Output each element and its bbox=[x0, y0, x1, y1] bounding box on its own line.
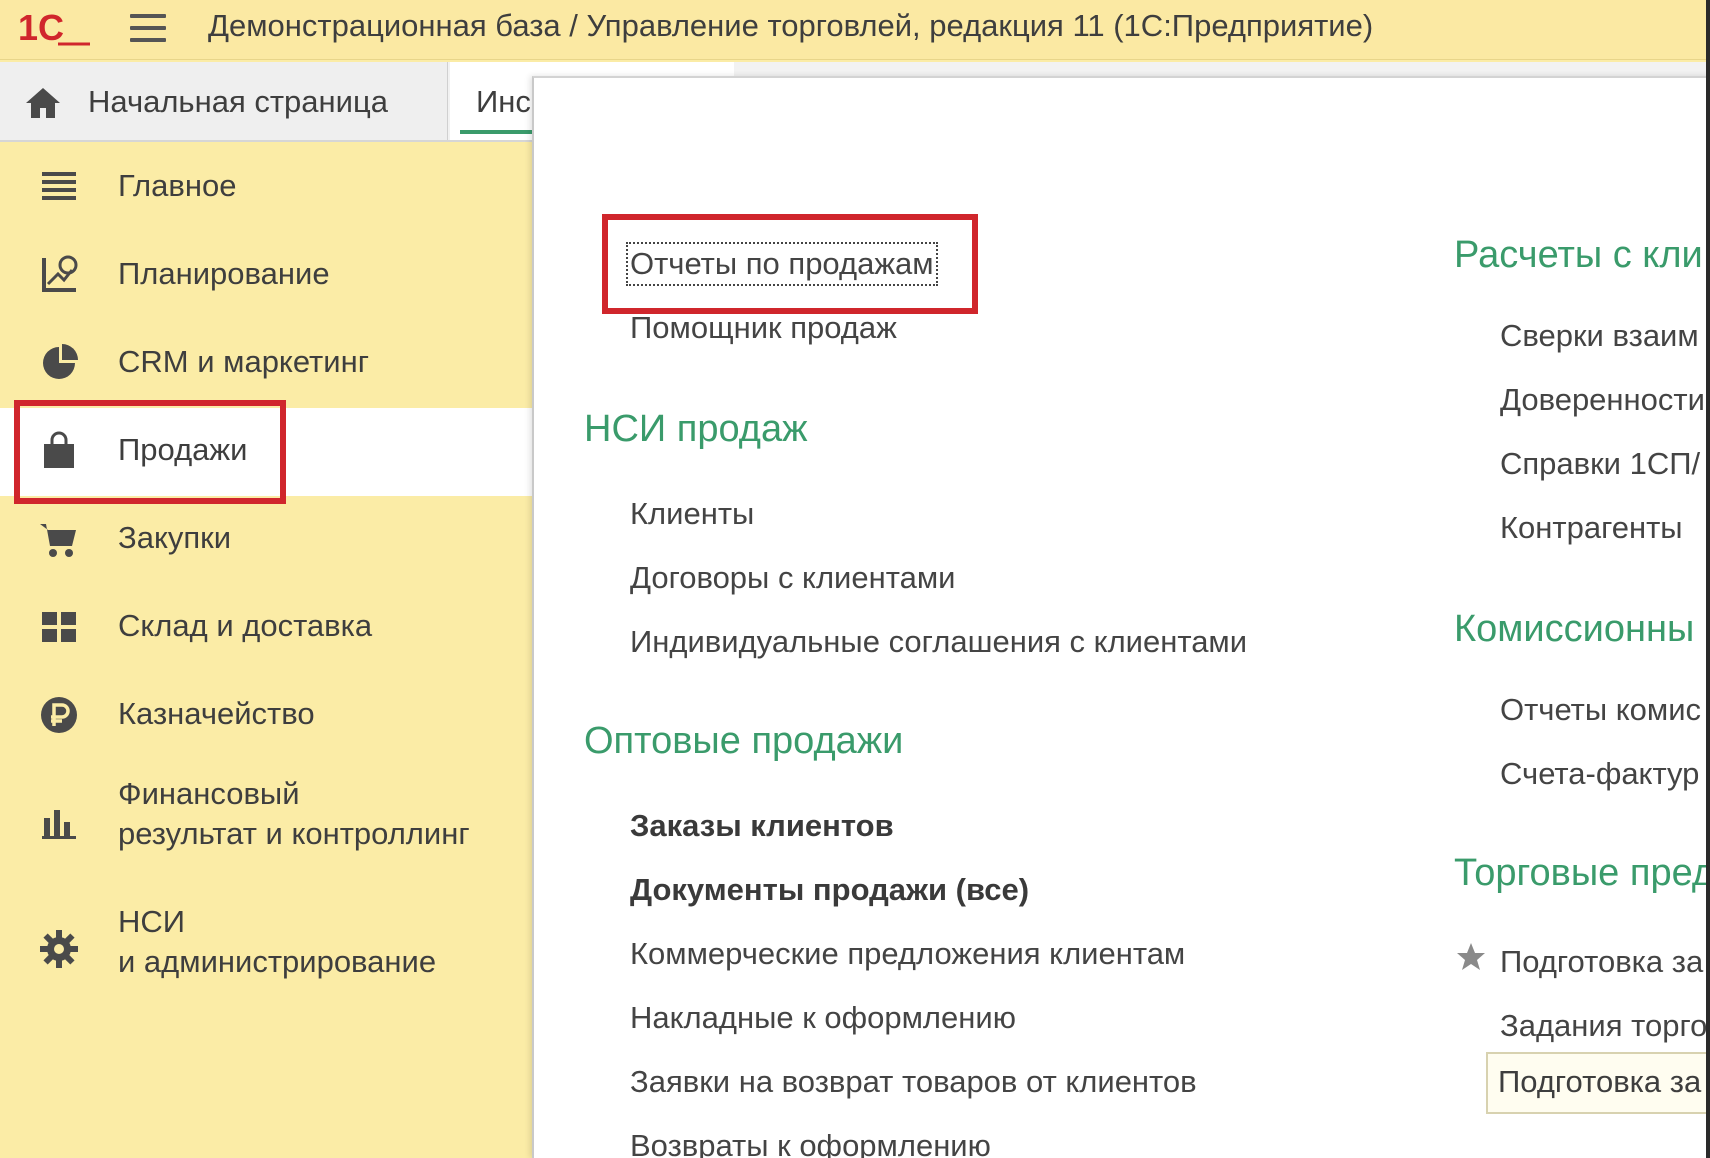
panel-column-2: Расчеты с кли Сверки взаим Доверенности … bbox=[1454, 78, 1710, 1158]
link-individual-agreements[interactable]: Индивидуальные соглашения с клиентами bbox=[630, 624, 1247, 660]
window-title: Демонстрационная база / Управление торго… bbox=[208, 8, 1374, 43]
star-icon[interactable] bbox=[1456, 942, 1486, 972]
sidebar-item-label: Казначейство bbox=[118, 696, 315, 731]
tab-current-label: Инс bbox=[476, 84, 531, 119]
cart-icon bbox=[40, 524, 76, 557]
list-icon bbox=[42, 172, 76, 200]
sidebar-item-main[interactable]: Главное bbox=[0, 144, 532, 232]
1c-logo-icon[interactable]: 1С bbox=[18, 8, 92, 48]
main-menu-icon[interactable] bbox=[128, 10, 168, 46]
tooltip-text: Подготовка за bbox=[1498, 1064, 1702, 1099]
sidebar-item-label-line2: и администрирование bbox=[118, 944, 437, 979]
section-title-commission: Комиссионны bbox=[1454, 608, 1695, 650]
sidebar-item-label-line1: Финансовый bbox=[118, 776, 300, 811]
sidebar-item-label: Планирование bbox=[118, 256, 330, 291]
sidebar-item-label: Главное bbox=[118, 168, 237, 203]
grid-icon bbox=[42, 612, 76, 642]
sidebar-item-label-line2: результат и контроллинг bbox=[118, 816, 470, 851]
title-bar: 1С Демонстрационная база / Управление то… bbox=[0, 0, 1710, 60]
app-window: 1С Демонстрационная база / Управление то… bbox=[0, 0, 1710, 1158]
tooltip: Подготовка за bbox=[1486, 1052, 1710, 1114]
sidebar-item-admin[interactable]: НСИ и администрирование bbox=[0, 888, 532, 1008]
sidebar-item-label-line1: НСИ bbox=[118, 904, 186, 939]
link-client-orders[interactable]: Заказы клиентов bbox=[630, 808, 894, 844]
planning-icon bbox=[42, 255, 78, 292]
sidebar-item-treasury[interactable]: Казначейство bbox=[0, 672, 532, 760]
sidebar-item-label: Склад и доставка bbox=[118, 608, 373, 643]
link-return-requests[interactable]: Заявки на возврат товаров от клиентов bbox=[630, 1064, 1197, 1100]
link-powers-of-attorney[interactable]: Доверенности bbox=[1500, 382, 1705, 418]
svg-text:1С: 1С bbox=[18, 8, 64, 48]
link-returns-to-process[interactable]: Возвраты к оформлению bbox=[630, 1128, 991, 1158]
link-1sp-certificates[interactable]: Справки 1СП/ bbox=[1500, 446, 1700, 482]
link-sales-reports[interactable]: Отчеты по продажам bbox=[626, 242, 938, 286]
link-clients[interactable]: Клиенты bbox=[630, 496, 754, 532]
sidebar-item-label: Закупки bbox=[118, 520, 232, 555]
link-sales-documents[interactable]: Документы продажи (все) bbox=[630, 872, 1029, 908]
link-reconciliations[interactable]: Сверки взаим bbox=[1500, 318, 1699, 354]
sidebar-item-planning[interactable]: Планирование bbox=[0, 232, 532, 320]
window-edge bbox=[1706, 0, 1710, 1158]
link-invoices-to-process[interactable]: Накладные к оформлению bbox=[630, 1000, 1016, 1036]
home-icon bbox=[26, 88, 60, 118]
gear-icon bbox=[40, 930, 78, 968]
link-order-preparation[interactable]: Подготовка за bbox=[1500, 944, 1703, 980]
sidebar-item-label: CRM и маркетинг bbox=[118, 344, 369, 379]
section-title-sales-nsi: НСИ продаж bbox=[584, 408, 808, 450]
sidebar-item-crm[interactable]: CRM и маркетинг bbox=[0, 320, 532, 408]
tab-home-label: Начальная страница bbox=[88, 84, 388, 119]
ruble-icon bbox=[41, 697, 77, 733]
sidebar: Главное Планирование CRM и маркетинг Про… bbox=[0, 144, 532, 1158]
link-client-contracts[interactable]: Договоры с клиентами bbox=[630, 560, 955, 596]
link-commission-reports[interactable]: Отчеты комис bbox=[1500, 692, 1701, 728]
section-title-trade-reps: Торговые пред bbox=[1454, 852, 1710, 894]
link-trade-tasks[interactable]: Задания торго bbox=[1500, 1008, 1707, 1044]
bar-chart-icon bbox=[42, 810, 76, 839]
sidebar-item-finance[interactable]: Финансовый результат и контроллинг bbox=[0, 760, 532, 880]
sidebar-item-purchases[interactable]: Закупки bbox=[0, 496, 532, 584]
link-sales-assistant[interactable]: Помощник продаж bbox=[630, 310, 897, 346]
pie-chart-icon bbox=[43, 344, 78, 379]
link-counterparties[interactable]: Контрагенты bbox=[1500, 510, 1683, 546]
tab-home[interactable]: Начальная страница bbox=[0, 62, 448, 140]
section-title-client-settlements: Расчеты с кли bbox=[1454, 234, 1703, 276]
highlight-frame-sales bbox=[14, 400, 286, 504]
link-invoices-issued[interactable]: Счета-фактур bbox=[1500, 756, 1699, 792]
section-panel: Отчеты по продажам Помощник продаж НСИ п… bbox=[532, 76, 1710, 1158]
section-title-wholesale: Оптовые продажи bbox=[584, 720, 904, 762]
sidebar-item-warehouse[interactable]: Склад и доставка bbox=[0, 584, 532, 672]
link-commercial-offers[interactable]: Коммерческие предложения клиентам bbox=[630, 936, 1185, 972]
